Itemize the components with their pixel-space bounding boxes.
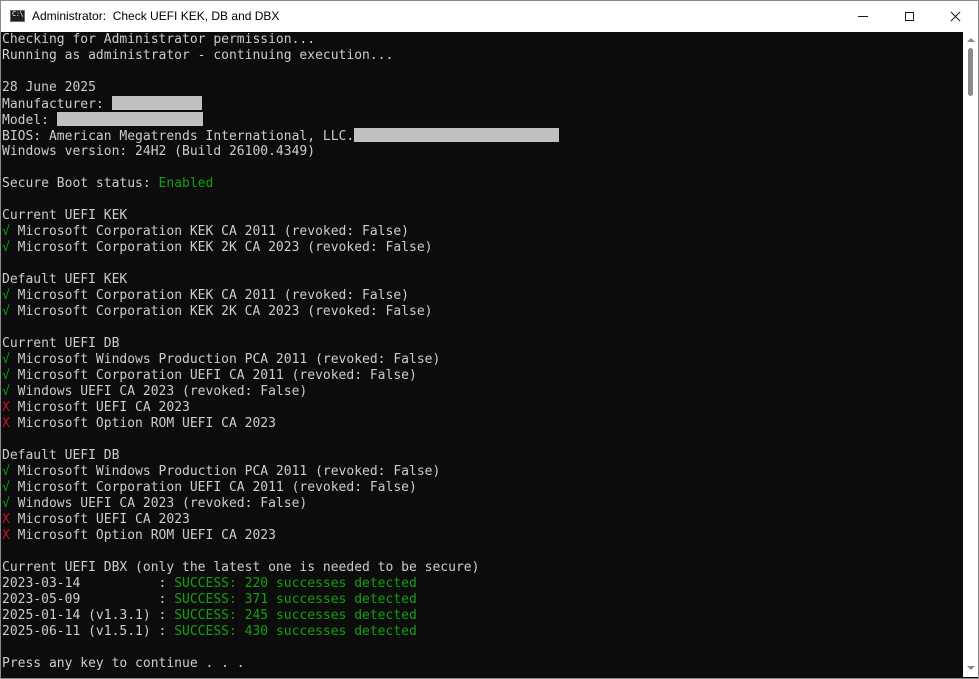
- console-line: Checking for Administrator permission...: [2, 32, 316, 47]
- list-item-text: Microsoft UEFI CA 2023: [9, 400, 190, 415]
- dbx-date: 2023-03-14 :: [2, 576, 175, 591]
- check-icon: √: [2, 224, 10, 239]
- list-item: √ Microsoft Corporation KEK 2K CA 2023 (…: [2, 240, 432, 256]
- check-icon: √: [2, 480, 10, 495]
- dbx-result: SUCCESS: 430 successes detected: [174, 624, 417, 639]
- windows-version-line: Windows version: 24H2 (Build 26100.4349): [2, 144, 316, 159]
- list-item-text: Microsoft Corporation UEFI CA 2011 (revo…: [9, 480, 417, 495]
- check-icon: √: [2, 496, 10, 511]
- list-item-text: Microsoft Corporation KEK 2K CA 2023 (re…: [9, 240, 433, 255]
- list-item: X Microsoft UEFI CA 2023: [2, 512, 190, 528]
- dbx-row: 2025-01-14 (v1.3.1) : SUCCESS: 245 succe…: [2, 608, 417, 624]
- dbx-date: 2023-05-09 :: [2, 592, 175, 607]
- dbx-row: 2023-03-14 : SUCCESS: 220 successes dete…: [2, 576, 417, 592]
- redacted-bios-version: [354, 128, 560, 142]
- check-icon: √: [2, 464, 10, 479]
- model-line: Model:: [2, 112, 203, 128]
- check-icon: √: [2, 352, 10, 367]
- section-header: Default UEFI DB: [2, 448, 120, 463]
- bios-line: BIOS: American Megatrends International,…: [2, 128, 560, 144]
- dbx-row: 2023-05-09 : SUCCESS: 371 successes dete…: [2, 592, 417, 608]
- minimize-button[interactable]: [840, 1, 886, 32]
- redacted-manufacturer: [111, 96, 202, 110]
- list-item-text: Microsoft Windows Production PCA 2011 (r…: [9, 352, 441, 367]
- cmd-console-icon: [10, 10, 25, 22]
- date-line: 28 June 2025: [2, 80, 96, 95]
- secure-boot-line: Secure Boot status: Enabled: [2, 176, 213, 192]
- continue-prompt: Press any key to continue . . .: [2, 656, 245, 671]
- dbx-row: 2025-06-11 (v1.5.1) : SUCCESS: 430 succe…: [2, 624, 417, 640]
- list-item: √ Microsoft Corporation KEK CA 2011 (rev…: [2, 288, 409, 304]
- section-header: Current UEFI DB: [2, 336, 120, 351]
- vertical-scrollbar[interactable]: [963, 32, 978, 677]
- list-item: √ Microsoft Corporation KEK CA 2011 (rev…: [2, 224, 409, 240]
- list-item: √ Microsoft Windows Production PCA 2011 …: [2, 352, 440, 368]
- scroll-up-icon[interactable]: [967, 38, 975, 42]
- check-icon: √: [2, 368, 10, 383]
- title-bar[interactable]: Administrator: Check UEFI KEK, DB and DB…: [1, 1, 978, 32]
- list-item: √ Microsoft Windows Production PCA 2011 …: [2, 464, 440, 480]
- dbx-date: 2025-06-11 (v1.5.1) :: [2, 624, 175, 639]
- check-icon: √: [2, 288, 10, 303]
- cross-icon: X: [2, 416, 10, 431]
- console-line: Running as administrator - continuing ex…: [2, 48, 394, 63]
- list-item: √ Microsoft Corporation UEFI CA 2011 (re…: [2, 480, 417, 496]
- scroll-down-icon[interactable]: [967, 666, 975, 670]
- section-header: Current UEFI KEK: [2, 208, 128, 223]
- redacted-model: [56, 112, 203, 126]
- list-item: X Microsoft UEFI CA 2023: [2, 400, 190, 416]
- check-icon: √: [2, 240, 10, 255]
- list-item: X Microsoft Option ROM UEFI CA 2023: [2, 528, 276, 544]
- dbx-result: SUCCESS: 220 successes detected: [174, 576, 417, 591]
- minimize-icon: [858, 16, 868, 17]
- dbx-result: SUCCESS: 245 successes detected: [174, 608, 417, 623]
- list-item-text: Microsoft UEFI CA 2023: [9, 512, 190, 527]
- model-label: Model:: [2, 113, 57, 128]
- bios-label: BIOS: American Megatrends International,…: [2, 129, 355, 144]
- check-icon: √: [2, 384, 10, 399]
- maximize-icon: [904, 12, 914, 21]
- close-button[interactable]: [932, 1, 978, 32]
- console-output[interactable]: Checking for Administrator permission...…: [2, 32, 962, 677]
- list-item-text: Microsoft Option ROM UEFI CA 2023: [9, 528, 276, 543]
- check-icon: √: [2, 304, 10, 319]
- section-header: Default UEFI KEK: [2, 272, 128, 287]
- dbx-date: 2025-01-14 (v1.3.1) :: [2, 608, 175, 623]
- cross-icon: X: [2, 528, 10, 543]
- manufacturer-line: Manufacturer:: [2, 96, 202, 112]
- scroll-thumb[interactable]: [968, 48, 973, 96]
- list-item-text: Microsoft Corporation KEK CA 2011 (revok…: [9, 288, 409, 303]
- window-title: Administrator: Check UEFI KEK, DB and DB…: [32, 9, 280, 23]
- section-header: Current UEFI DBX (only the latest one is…: [2, 560, 480, 575]
- list-item-text: Microsoft Corporation KEK CA 2011 (revok…: [9, 224, 409, 239]
- list-item-text: Microsoft Corporation UEFI CA 2011 (revo…: [9, 368, 417, 383]
- list-item-text: Windows UEFI CA 2023 (revoked: False): [9, 496, 308, 511]
- list-item-text: Microsoft Option ROM UEFI CA 2023: [9, 416, 276, 431]
- list-item: X Microsoft Option ROM UEFI CA 2023: [2, 416, 276, 432]
- secure-boot-status: Enabled: [158, 176, 214, 191]
- close-icon: [950, 11, 961, 22]
- maximize-button[interactable]: [886, 1, 932, 32]
- cross-icon: X: [2, 512, 10, 527]
- list-item: √ Microsoft Corporation KEK 2K CA 2023 (…: [2, 304, 432, 320]
- secure-boot-label: Secure Boot status:: [2, 176, 159, 191]
- list-item: √ Windows UEFI CA 2023 (revoked: False): [2, 384, 307, 400]
- list-item-text: Microsoft Corporation KEK 2K CA 2023 (re…: [9, 304, 433, 319]
- list-item: √ Microsoft Corporation UEFI CA 2011 (re…: [2, 368, 417, 384]
- manufacturer-label: Manufacturer:: [2, 97, 112, 112]
- list-item-text: Windows UEFI CA 2023 (revoked: False): [9, 384, 308, 399]
- list-item: √ Windows UEFI CA 2023 (revoked: False): [2, 496, 307, 512]
- console-window: Administrator: Check UEFI KEK, DB and DB…: [0, 0, 979, 679]
- cross-icon: X: [2, 400, 10, 415]
- list-item-text: Microsoft Windows Production PCA 2011 (r…: [9, 464, 441, 479]
- dbx-result: SUCCESS: 371 successes detected: [174, 592, 417, 607]
